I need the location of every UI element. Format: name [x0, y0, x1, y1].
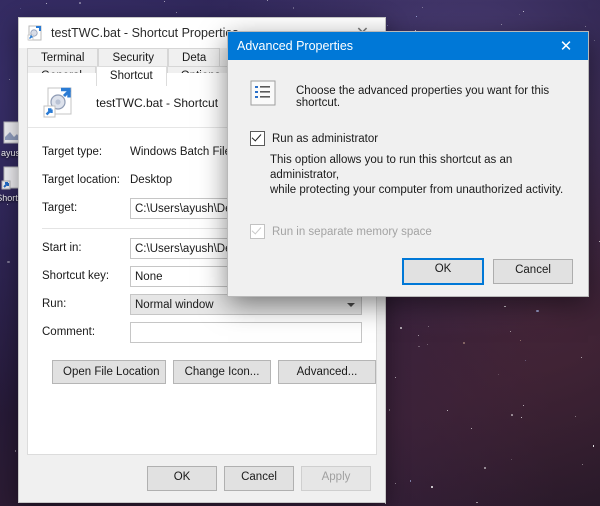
tab-security[interactable]: Security [98, 48, 169, 68]
run-separate-memory-row: Run in separate memory space [228, 224, 588, 239]
run-separate-memory-checkbox [250, 224, 265, 239]
target-label: Target: [42, 202, 78, 214]
advanced-dialog-footer: OK Cancel [228, 246, 588, 296]
target-location-value: Desktop [130, 174, 173, 186]
advanced-header-text: Choose the advanced properties you want … [296, 85, 550, 109]
field-row-comment: Comment: [42, 318, 362, 346]
apply-button: Apply [301, 466, 371, 491]
advanced-cancel-button[interactable]: Cancel [493, 258, 573, 284]
start-in-label: Start in: [42, 242, 82, 254]
cancel-button[interactable]: Cancel [224, 466, 294, 491]
open-file-location-button[interactable]: Open File Location [52, 360, 166, 384]
advanced-header: Choose the advanced properties you want … [228, 60, 588, 109]
run-as-administrator-description: This option allows you to run this short… [270, 153, 566, 198]
tab-row-top: Terminal Security Deta [27, 48, 221, 68]
comment-label: Comment: [42, 326, 96, 338]
target-type-value: Windows Batch File [130, 146, 231, 158]
run-as-administrator-row[interactable]: Run as administrator [228, 131, 588, 146]
run-dropdown-value: Normal window [135, 298, 214, 311]
properties-window-title: testTWC.bat - Shortcut Properties [51, 26, 239, 40]
shortcut-action-buttons: Open File Location Change Icon... Advanc… [52, 360, 376, 384]
ok-button[interactable]: OK [147, 466, 217, 491]
run-dropdown[interactable]: Normal window [130, 293, 362, 315]
description-line-2: while protecting your computer from unau… [270, 184, 564, 196]
shortcut-key-label: Shortcut key: [42, 270, 110, 282]
change-icon-button[interactable]: Change Icon... [173, 360, 271, 384]
advanced-ok-button[interactable]: OK [402, 257, 484, 285]
comment-input[interactable] [130, 321, 362, 343]
run-as-administrator-checkbox[interactable] [250, 131, 265, 146]
tab-shortcut[interactable]: Shortcut [95, 66, 167, 86]
shortcut-name-label: testTWC.bat - Shortcut [96, 96, 219, 110]
run-separate-memory-label: Run in separate memory space [272, 225, 432, 238]
advanced-properties-dialog: Advanced Properties ✕ Choose the advance… [228, 32, 588, 296]
advanced-button[interactable]: Advanced... [278, 360, 376, 384]
properties-footer: OK Cancel Apply [19, 455, 385, 502]
advanced-dialog-title: Advanced Properties [237, 39, 354, 53]
advanced-dialog-body: Choose the advanced properties you want … [228, 60, 588, 246]
batch-file-shortcut-icon [42, 85, 78, 121]
run-as-administrator-label: Run as administrator [272, 132, 379, 145]
run-label: Run: [42, 298, 67, 310]
list-properties-icon [250, 80, 276, 106]
description-line-1: This option allows you to run this short… [270, 154, 513, 181]
tab-details[interactable]: Deta [168, 48, 221, 68]
target-type-label: Target type: [42, 146, 103, 158]
shortcut-file-icon [27, 25, 44, 42]
tab-terminal[interactable]: Terminal [27, 48, 99, 68]
target-location-label: Target location: [42, 174, 120, 186]
close-icon[interactable]: ✕ [544, 32, 588, 60]
advanced-title-bar: Advanced Properties ✕ [228, 32, 588, 60]
chevron-down-icon [347, 302, 355, 307]
